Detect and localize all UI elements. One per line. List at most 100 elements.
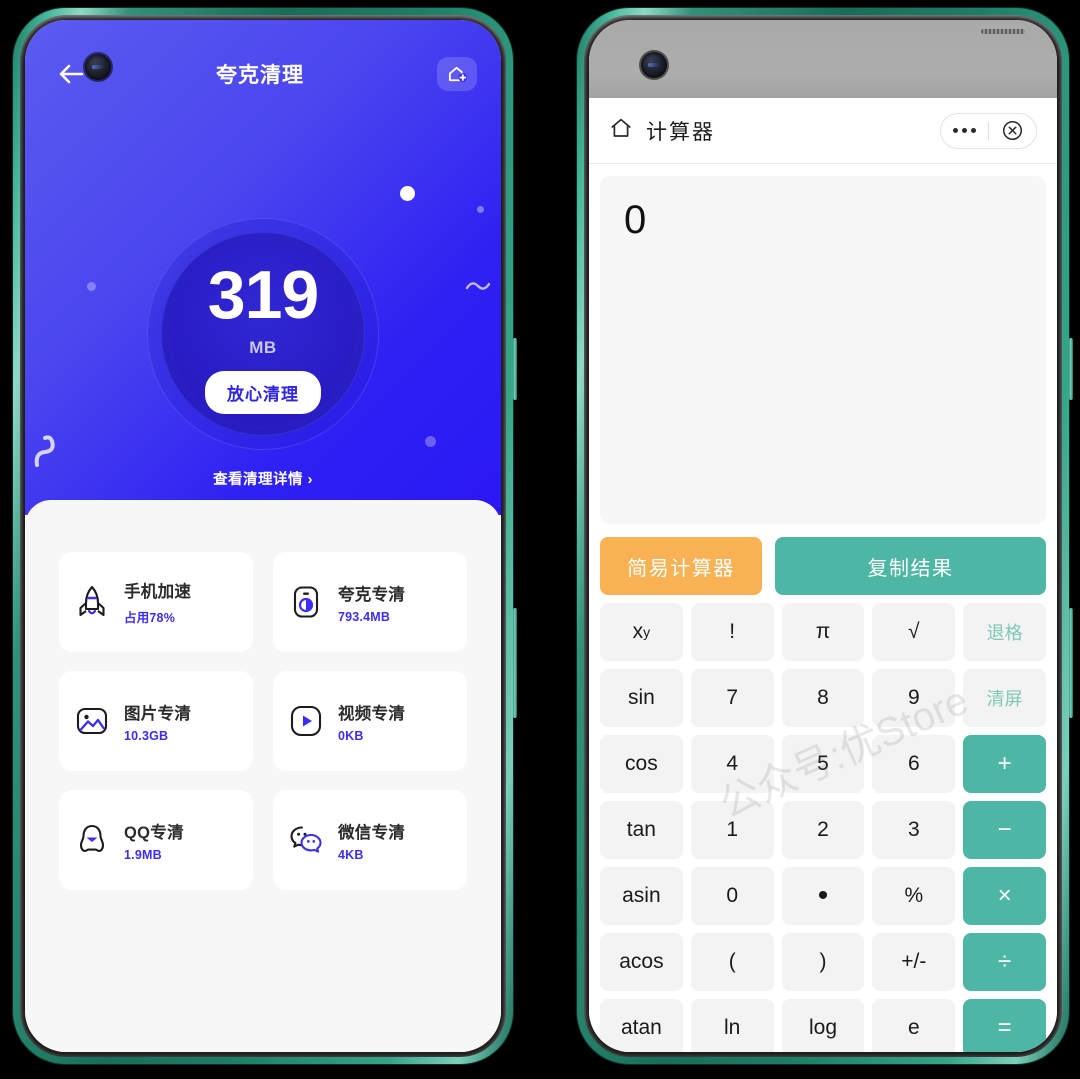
view-detail-link[interactable]: 查看清理详情 › bbox=[25, 468, 501, 489]
storage-unit: MB bbox=[249, 337, 277, 357]
cleaner-card-name: QQ专清 bbox=[124, 823, 184, 842]
simple-calculator-button[interactable]: 简易计算器 bbox=[600, 537, 762, 595]
video-icon bbox=[287, 702, 325, 740]
deco-squiggle-right bbox=[465, 282, 491, 290]
volume-button-left-phone[interactable] bbox=[513, 338, 517, 400]
calc-key-7[interactable]: 7 bbox=[690, 669, 774, 727]
power-button-left-phone[interactable] bbox=[513, 608, 517, 718]
calculator-keypad: x y! π √ 退格 sin 7 8 9 清屏 cos 4 5 6 + tan 1 2 3− asin 0 •% × aco… bbox=[600, 603, 1046, 1052]
phone-bezel-right: 计算器 0 简易计算器 复制结果 x y ! π √ 退格 sin 7 8 9 … bbox=[584, 15, 1062, 1057]
earpiece-speaker bbox=[981, 29, 1025, 34]
calc-key-[interactable]: × bbox=[963, 867, 1046, 925]
image-icon bbox=[73, 702, 111, 740]
cleaner-card-size: 4KB bbox=[338, 847, 364, 862]
calc-key-[interactable]: + bbox=[963, 735, 1046, 793]
calc-key-[interactable]: ! bbox=[690, 603, 774, 661]
calculator-body: 0 简易计算器 复制结果 x y! π √ 退格 sin 7 8 9 清屏 cos 4 5 6 + tan 1 2 3… bbox=[589, 164, 1057, 1052]
calc-key-清屏[interactable]: 清屏 bbox=[963, 669, 1046, 727]
cleaner-card-size: 793.4MB bbox=[338, 609, 391, 624]
cleaner-card[interactable]: 手机加速 占用78% bbox=[59, 552, 253, 652]
cleaner-card-name: 视频专清 bbox=[338, 704, 406, 723]
cleaner-card[interactable]: QQ专清 1.9MB bbox=[59, 790, 253, 890]
deco-squiggle-left bbox=[34, 435, 55, 467]
calc-key-x[interactable]: xy bbox=[600, 603, 683, 661]
calc-key-log[interactable]: log bbox=[781, 999, 865, 1052]
calculator-mode-row: 简易计算器 复制结果 bbox=[600, 537, 1046, 595]
cleaner-card-size: 1.9MB bbox=[124, 847, 162, 862]
calc-key-9[interactable]: 9 bbox=[872, 669, 956, 727]
home-icon[interactable] bbox=[609, 116, 633, 145]
wechat-icon bbox=[287, 821, 325, 859]
calc-key-2[interactable]: 2 bbox=[781, 801, 865, 859]
cleaner-card[interactable]: 视频专清 0KB bbox=[273, 671, 467, 771]
mini-app-capsule bbox=[940, 112, 1037, 149]
deco-dot-small-3 bbox=[425, 436, 436, 447]
clean-button[interactable]: 放心清理 bbox=[205, 370, 321, 414]
calc-key-e[interactable]: e bbox=[872, 999, 956, 1052]
calc-key-[interactable]: = bbox=[963, 999, 1046, 1052]
cleaner-card[interactable]: 微信专清 4KB bbox=[273, 790, 467, 890]
calc-key-label: x bbox=[632, 620, 644, 643]
phone-device-left: 夸克清理 319 MB 放心清理 查看清理详情 › 手机加速 占用78% 夸克专… bbox=[13, 8, 517, 1064]
cleaner-card-grid: 手机加速 占用78% 夸克专清 793.4MB 图片专清 10.3GB 视频专清 0KB QQ专… bbox=[25, 500, 501, 890]
rocket-icon bbox=[73, 583, 111, 621]
calc-key-[interactable]: π bbox=[781, 603, 865, 661]
calc-key-[interactable]: ( bbox=[690, 933, 774, 991]
more-dots-icon[interactable] bbox=[941, 114, 988, 148]
calc-key-tan[interactable]: tan bbox=[600, 801, 683, 859]
app-title: 计算器 bbox=[646, 120, 715, 144]
calc-key-0[interactable]: 0 bbox=[690, 867, 774, 925]
screen-right: 计算器 0 简易计算器 复制结果 x y ! π √ 退格 sin 7 8 9 … bbox=[589, 20, 1057, 1052]
calc-key-[interactable]: ) bbox=[781, 933, 865, 991]
calc-key-[interactable]: +/- bbox=[872, 933, 956, 991]
cleaner-hero: 夸克清理 319 MB 放心清理 查看清理详情 › bbox=[25, 20, 501, 515]
copy-result-button[interactable]: 复制结果 bbox=[775, 537, 1046, 595]
cleaner-card-size: 0KB bbox=[338, 728, 364, 743]
page-title: 夸克清理 bbox=[216, 64, 304, 87]
cleaner-card-sheet: 手机加速 占用78% 夸克专清 793.4MB 图片专清 10.3GB 视频专清 0KB QQ专… bbox=[25, 500, 501, 1052]
cleaner-card-name: 夸克专清 bbox=[338, 585, 406, 604]
screen-left: 夸克清理 319 MB 放心清理 查看清理详情 › 手机加速 占用78% 夸克专… bbox=[25, 20, 501, 1052]
calc-key-[interactable]: ÷ bbox=[963, 933, 1046, 991]
storage-gauge: 319 MB 放心清理 bbox=[147, 218, 379, 450]
calc-key-ln[interactable]: ln bbox=[690, 999, 774, 1052]
calc-key-asin[interactable]: asin bbox=[600, 867, 683, 925]
calc-key-acos[interactable]: acos bbox=[600, 933, 683, 991]
calculator-display[interactable]: 0 bbox=[600, 176, 1046, 524]
calc-key-3[interactable]: 3 bbox=[872, 801, 956, 859]
mini-app-bar: 计算器 bbox=[589, 98, 1057, 164]
phone-bezel-left: 夸克清理 319 MB 放心清理 查看清理详情 › 手机加速 占用78% 夸克专… bbox=[20, 15, 506, 1057]
power-button-right-phone[interactable] bbox=[1069, 608, 1073, 718]
calc-key-[interactable]: − bbox=[963, 801, 1046, 859]
add-to-home-icon[interactable] bbox=[437, 57, 477, 91]
calc-key-[interactable]: √ bbox=[872, 603, 956, 661]
close-circle-icon[interactable] bbox=[989, 114, 1036, 148]
calc-key-6[interactable]: 6 bbox=[872, 735, 956, 793]
cleaner-card[interactable]: 图片专清 10.3GB bbox=[59, 671, 253, 771]
calc-key-4[interactable]: 4 bbox=[690, 735, 774, 793]
storage-value: 319 bbox=[207, 256, 319, 333]
qq-icon bbox=[73, 821, 111, 859]
cleaner-card-size: 10.3GB bbox=[124, 728, 169, 743]
calc-key-[interactable]: % bbox=[872, 867, 956, 925]
calc-key-8[interactable]: 8 bbox=[781, 669, 865, 727]
calc-key-cos[interactable]: cos bbox=[600, 735, 683, 793]
cleaner-card[interactable]: 夸克专清 793.4MB bbox=[273, 552, 467, 652]
cleaner-card-size: 占用78% bbox=[124, 611, 176, 625]
deco-dot-small-2 bbox=[87, 282, 96, 291]
cleaner-card-name: 图片专清 bbox=[124, 704, 192, 723]
calc-key-exponent: y bbox=[643, 624, 651, 640]
calc-key-[interactable]: • bbox=[781, 867, 865, 925]
volume-button-right-phone[interactable] bbox=[1069, 338, 1073, 400]
calc-key-sin[interactable]: sin bbox=[600, 669, 683, 727]
phone-device-right: 计算器 0 简易计算器 复制结果 x y ! π √ 退格 sin 7 8 9 … bbox=[577, 8, 1073, 1064]
calc-key-退格[interactable]: 退格 bbox=[963, 603, 1046, 661]
front-camera-punch-hole-left bbox=[85, 54, 111, 80]
calc-key-atan[interactable]: atan bbox=[600, 999, 683, 1052]
quark-icon bbox=[287, 583, 325, 621]
front-camera-punch-hole-right bbox=[641, 52, 667, 78]
calc-key-1[interactable]: 1 bbox=[690, 801, 774, 859]
calc-key-5[interactable]: 5 bbox=[781, 735, 865, 793]
deco-dot-small-1 bbox=[477, 206, 484, 213]
screenshot-stage: 夸克清理 319 MB 放心清理 查看清理详情 › 手机加速 占用78% 夸克专… bbox=[0, 0, 1080, 1079]
